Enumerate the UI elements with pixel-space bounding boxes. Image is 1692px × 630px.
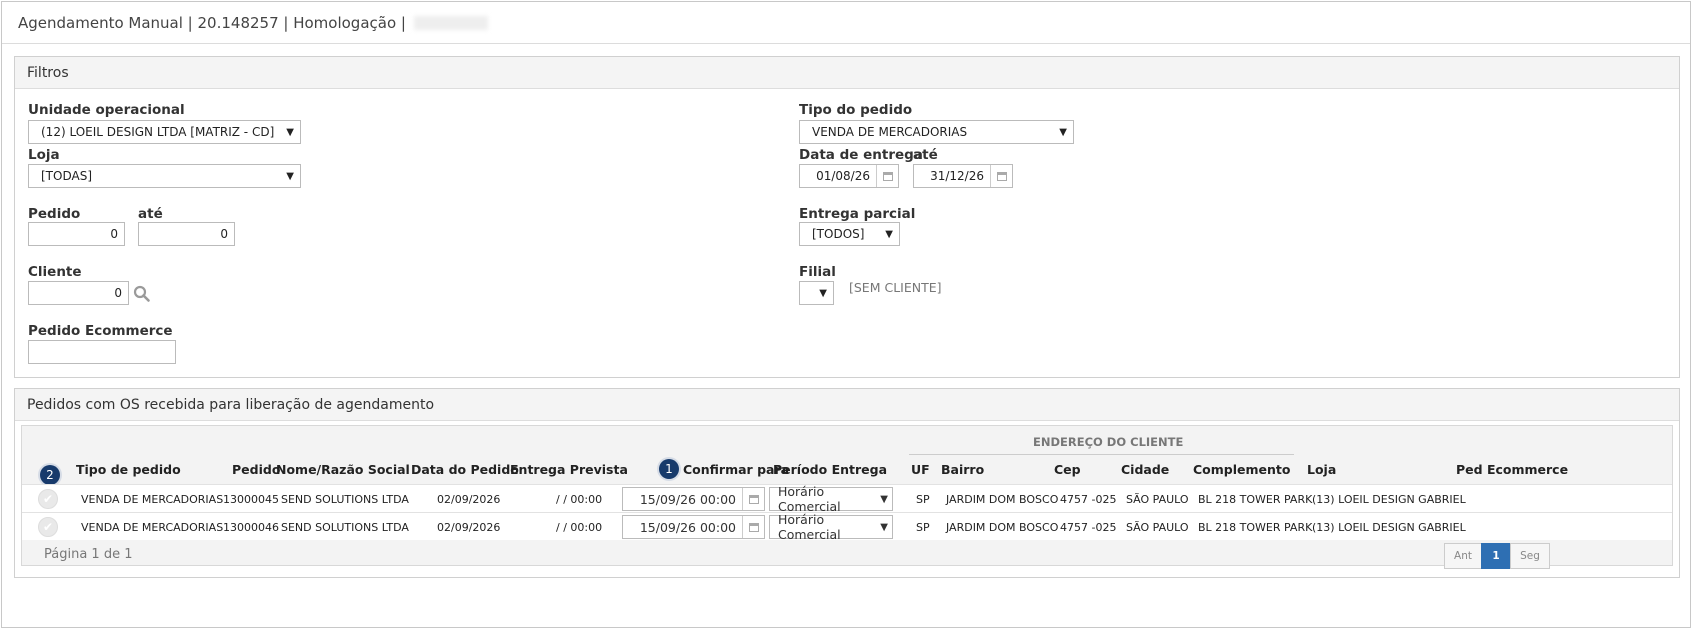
entrega-parcial-label: Entrega parcial bbox=[799, 206, 916, 222]
unidade-label: Unidade operacional bbox=[28, 102, 185, 118]
cell-loja: (13) LOEIL DESIGN GABRIEL bbox=[1312, 521, 1466, 534]
pager-page-1-button[interactable]: 1 bbox=[1481, 543, 1511, 569]
cell-entrega: / / 00:00 bbox=[556, 521, 603, 534]
cell-entrega: / / 00:00 bbox=[556, 493, 603, 506]
sem-cliente-text: [SEM CLIENTE] bbox=[849, 280, 942, 295]
chevron-down-icon: ▼ bbox=[880, 493, 888, 505]
calendar-icon[interactable] bbox=[990, 165, 1012, 187]
chevron-down-icon: ▼ bbox=[880, 521, 888, 533]
cliente-input[interactable]: 0 bbox=[28, 281, 129, 305]
group-divider bbox=[909, 454, 1294, 455]
periodo-select[interactable]: Horário Comercial ▼ bbox=[769, 512, 893, 542]
step-badge-2: 2 bbox=[40, 465, 60, 485]
confirmar-date-input[interactable]: 15/09/26 00:00 bbox=[622, 515, 765, 539]
pedido-ecommerce-input[interactable] bbox=[28, 340, 176, 364]
col-complemento[interactable]: Complemento bbox=[1193, 462, 1290, 477]
data-entrega-to-input[interactable]: 31/12/26 bbox=[913, 164, 1013, 188]
chevron-down-icon: ▼ bbox=[819, 287, 827, 299]
col-uf[interactable]: UF bbox=[911, 462, 930, 477]
loja-select[interactable]: [TODAS] ▼ bbox=[28, 164, 301, 188]
pedido-from-input[interactable]: 0 bbox=[28, 222, 125, 246]
cell-tipo: VENDA DE MERCADORIAS bbox=[81, 493, 224, 506]
pager-next-button[interactable]: Seg bbox=[1510, 543, 1550, 569]
step-badge-1: 1 bbox=[659, 459, 679, 479]
orders-table: ENDEREÇO DO CLIENTE 2 1 Tipo de pedido P… bbox=[21, 425, 1673, 569]
pedido-to-input[interactable]: 0 bbox=[138, 222, 235, 246]
app-window: Agendamento Manual | 20.148257 | Homolog… bbox=[1, 1, 1691, 628]
title-bar: Agendamento Manual | 20.148257 | Homolog… bbox=[2, 2, 1690, 44]
cell-data: 02/09/2026 bbox=[437, 493, 501, 506]
orders-panel-title: Pedidos com OS recebida para liberação d… bbox=[15, 389, 1679, 421]
col-cep[interactable]: Cep bbox=[1054, 462, 1081, 477]
tipo-pedido-select[interactable]: VENDA DE MERCADORIAS ▼ bbox=[799, 120, 1074, 144]
col-loja[interactable]: Loja bbox=[1307, 462, 1336, 477]
pedido-label: Pedido bbox=[28, 206, 81, 222]
cell-cidade: SÃO PAULO bbox=[1126, 521, 1189, 534]
cell-data: 02/09/2026 bbox=[437, 521, 501, 534]
calendar-icon[interactable] bbox=[876, 165, 898, 187]
pager-prev-button[interactable]: Ant bbox=[1444, 543, 1482, 569]
col-pedido[interactable]: Pedido bbox=[232, 462, 280, 477]
check-icon[interactable]: ✔ bbox=[38, 517, 58, 537]
col-ped-ecommerce[interactable]: Ped Ecommerce bbox=[1456, 462, 1568, 477]
redacted-environment-name bbox=[413, 15, 488, 30]
col-cidade[interactable]: Cidade bbox=[1121, 462, 1169, 477]
col-periodo[interactable]: Período Entrega bbox=[773, 462, 887, 477]
col-tipo[interactable]: Tipo de pedido bbox=[76, 462, 181, 477]
search-icon[interactable] bbox=[133, 285, 151, 303]
filial-select[interactable]: ▼ bbox=[799, 281, 834, 305]
unidade-select[interactable]: (12) LOEIL DESIGN LTDA [MATRIZ - CD] ▼ bbox=[28, 120, 301, 144]
table-row: ✔ VENDA DE MERCADORIAS 13000046 SEND SOL… bbox=[22, 512, 1672, 542]
col-bairro[interactable]: Bairro bbox=[941, 462, 984, 477]
col-data[interactable]: Data do Pedido bbox=[411, 462, 519, 477]
chevron-down-icon: ▼ bbox=[885, 228, 893, 240]
endereco-group-header: ENDEREÇO DO CLIENTE bbox=[1033, 435, 1184, 449]
cell-cidade: SÃO PAULO bbox=[1126, 493, 1189, 506]
pedido-ecommerce-label: Pedido Ecommerce bbox=[28, 323, 173, 339]
filial-label: Filial bbox=[799, 264, 836, 280]
data-entrega-from-input[interactable]: 01/08/26 bbox=[799, 164, 899, 188]
cell-complemento: BL 218 TOWER PARK bbox=[1198, 521, 1313, 534]
cell-tipo: VENDA DE MERCADORIAS bbox=[81, 521, 224, 534]
col-entrega[interactable]: Entrega Prevista bbox=[510, 462, 628, 477]
col-nome[interactable]: Nome/Razão Social bbox=[276, 462, 410, 477]
calendar-icon[interactable] bbox=[742, 516, 764, 538]
pedido-ate-label: até bbox=[138, 206, 163, 222]
cell-cep: 4757 -025 bbox=[1060, 521, 1117, 534]
chevron-down-icon: ▼ bbox=[286, 170, 294, 182]
cliente-label: Cliente bbox=[28, 264, 82, 280]
cell-nome: SEND SOLUTIONS LTDA bbox=[281, 493, 409, 506]
tipo-pedido-label: Tipo do pedido bbox=[799, 102, 913, 118]
filters-panel-title: Filtros bbox=[15, 57, 1679, 89]
cell-pedido: 13000046 bbox=[223, 521, 279, 534]
data-entrega-ate-label: até bbox=[913, 147, 938, 163]
chevron-down-icon: ▼ bbox=[286, 126, 294, 138]
chevron-down-icon: ▼ bbox=[1059, 126, 1067, 138]
periodo-select[interactable]: Horário Comercial ▼ bbox=[769, 484, 893, 514]
cell-uf: SP bbox=[916, 493, 930, 506]
cell-bairro: JARDIM DOM BOSCO bbox=[946, 493, 1059, 506]
entrega-parcial-select[interactable]: [TODOS] ▼ bbox=[799, 222, 900, 246]
cell-bairro: JARDIM DOM BOSCO bbox=[946, 521, 1059, 534]
cell-nome: SEND SOLUTIONS LTDA bbox=[281, 521, 409, 534]
calendar-icon[interactable] bbox=[742, 488, 764, 510]
orders-panel: Pedidos com OS recebida para liberação d… bbox=[14, 388, 1680, 578]
filters-panel: Filtros Unidade operacional (12) LOEIL D… bbox=[14, 56, 1680, 378]
cell-uf: SP bbox=[916, 521, 930, 534]
page-title: Agendamento Manual | 20.148257 | Homolog… bbox=[18, 13, 406, 32]
confirmar-date-input[interactable]: 15/09/26 00:00 bbox=[622, 487, 765, 511]
data-entrega-label: Data de entrega bbox=[799, 147, 923, 163]
cell-pedido: 13000045 bbox=[223, 493, 279, 506]
table-row: ✔ VENDA DE MERCADORIAS 13000045 SEND SOL… bbox=[22, 484, 1672, 514]
cell-cep: 4757 -025 bbox=[1060, 493, 1117, 506]
cell-complemento: BL 218 TOWER PARK bbox=[1198, 493, 1313, 506]
pagination-info: Página 1 de 1 bbox=[44, 547, 133, 562]
cell-loja: (13) LOEIL DESIGN GABRIEL bbox=[1312, 493, 1466, 506]
loja-label: Loja bbox=[28, 147, 60, 163]
check-icon[interactable]: ✔ bbox=[38, 489, 58, 509]
